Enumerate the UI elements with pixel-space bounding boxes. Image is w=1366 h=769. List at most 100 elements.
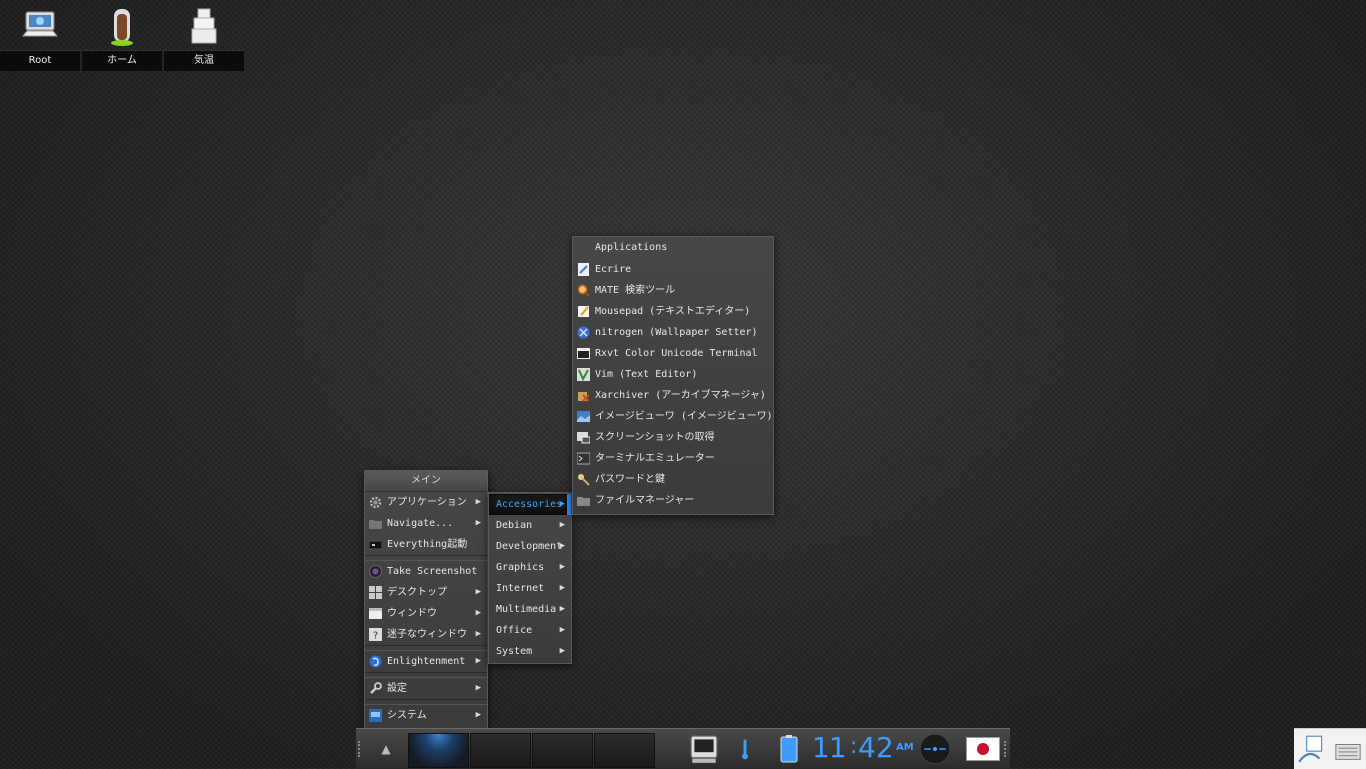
start-button[interactable]: ▲ <box>366 733 406 766</box>
camera-icon <box>369 565 382 578</box>
app-item-label: Mousepad (テキストエディター) <box>595 306 751 317</box>
app-item-mate-search[interactable]: MATE 検索ツール <box>573 280 773 301</box>
applications-title-label: Applications <box>595 242 668 253</box>
menu-item-lost-windows[interactable]: ? 迷子なウィンドウ ▶ <box>365 624 487 645</box>
menu-item-label: Navigate... <box>387 518 454 529</box>
menu-item-window[interactable]: ウィンドウ ▶ <box>365 603 487 624</box>
app-item-mousepad[interactable]: Mousepad (テキストエディター) <box>573 301 773 322</box>
chevron-right-icon: ▶ <box>559 646 565 656</box>
app-item-passwords-keys[interactable]: パスワードと鍵 <box>573 469 773 490</box>
chevron-right-icon: ▶ <box>559 541 565 551</box>
menu-item-take-screenshot[interactable]: Take Screenshot <box>365 561 487 582</box>
app-item-label: Ecrire <box>595 264 632 275</box>
category-label: Graphics <box>496 562 545 573</box>
chevron-right-icon: ▶ <box>475 497 481 507</box>
category-system[interactable]: System ▶ <box>489 641 571 662</box>
chevron-right-icon: ▶ <box>559 583 565 593</box>
clock-ampm: AM <box>896 742 914 753</box>
pager-desk-1[interactable] <box>408 733 469 768</box>
category-debian[interactable]: Debian ▶ <box>489 515 571 536</box>
folder-icon <box>577 497 590 506</box>
folder-icon <box>369 520 382 529</box>
desktop-icon-weather[interactable]: 気温 <box>164 0 244 72</box>
menu-item-label: 迷子なウィンドウ <box>387 629 467 640</box>
desktop-icon-root[interactable]: Root <box>0 0 80 72</box>
category-office[interactable]: Office ▶ <box>489 620 571 641</box>
category-accessories[interactable]: Accessories ▶ <box>489 494 571 515</box>
mixer-icon[interactable] <box>918 733 952 765</box>
shelf-handle[interactable] <box>1004 741 1010 757</box>
system-icon <box>369 709 382 722</box>
input-method-icon[interactable] <box>1296 733 1328 765</box>
chevron-right-icon: ▶ <box>559 604 565 614</box>
svg-text:?: ? <box>373 631 378 642</box>
app-item-file-manager[interactable]: ファイルマネージャー <box>573 490 773 511</box>
app-item-image-viewer[interactable]: イメージビューワ (イメージビューワ) <box>573 406 773 427</box>
menu-item-label: Enlightenment <box>387 656 466 667</box>
window-icon <box>369 608 382 619</box>
app-item-label: Rxvt Color Unicode Terminal <box>595 348 758 359</box>
mousepad-icon <box>578 306 589 317</box>
computer-monitor-icon[interactable] <box>688 733 720 765</box>
menu-item-settings[interactable]: 設定 ▶ <box>365 678 487 699</box>
terminal-icon <box>577 452 590 465</box>
system-tray <box>1294 728 1366 769</box>
menu-item-applications[interactable]: アプリケーション ▶ <box>365 492 487 513</box>
chevron-right-icon: ▶ <box>475 710 481 720</box>
chevron-right-icon: ▶ <box>559 562 565 572</box>
menu-item-navigate[interactable]: Navigate... ▶ <box>365 513 487 534</box>
desktop-icon-label: ホーム <box>82 50 162 71</box>
applications-menu: Applications Ecrire MATE 検索ツール Mousepad … <box>572 236 774 515</box>
app-item-vim[interactable]: Vim (Text Editor) <box>573 364 773 385</box>
chevron-up-icon: ▲ <box>381 742 391 756</box>
clock[interactable]: 11 : 42 AM <box>812 732 914 764</box>
app-item-screenshot[interactable]: スクリーンショットの取得 <box>573 427 773 448</box>
category-label: Debian <box>496 520 533 531</box>
app-item-xarchiver[interactable]: Xarchiver (アーカイブマネージャ) <box>573 385 773 406</box>
clock-minutes: 42 <box>858 731 894 764</box>
applications-menu-title: Applications <box>573 237 773 259</box>
category-development[interactable]: Development ▶ <box>489 536 571 557</box>
pager-desk-4[interactable] <box>594 733 655 768</box>
menu-item-label: Take Screenshot <box>387 566 478 577</box>
chevron-right-icon: ▶ <box>559 520 565 530</box>
desktop-icon-home[interactable]: ホーム <box>82 0 162 72</box>
app-item-label: MATE 検索ツール <box>595 285 676 296</box>
category-internet[interactable]: Internet ▶ <box>489 578 571 599</box>
menu-item-label: ウィンドウ <box>387 608 437 619</box>
app-item-label: Xarchiver (アーカイブマネージャ) <box>595 390 766 401</box>
launcher-icon <box>369 540 382 550</box>
menu-item-system[interactable]: システム ▶ <box>365 705 487 726</box>
weather-icon <box>191 8 217 44</box>
category-label: Internet <box>496 583 545 594</box>
menu-item-everything[interactable]: Everything起動 <box>365 534 487 555</box>
app-item-nitrogen[interactable]: nitrogen (Wallpaper Setter) <box>573 322 773 343</box>
question-icon: ? <box>369 628 382 641</box>
chevron-right-icon: ▶ <box>475 518 481 528</box>
thermometer-icon[interactable] <box>734 733 756 765</box>
menu-item-label: アプリケーション <box>387 497 467 508</box>
japan-flag-icon[interactable] <box>966 737 1000 761</box>
pager-desk-3[interactable] <box>532 733 593 768</box>
battery-icon[interactable] <box>774 733 804 765</box>
menu-item-desktop[interactable]: デスクトップ ▶ <box>365 582 487 603</box>
app-item-label: スクリーンショットの取得 <box>595 432 715 443</box>
keyboard-icon[interactable] <box>1334 737 1362 765</box>
category-label: Office <box>496 625 533 636</box>
chevron-right-icon: ▶ <box>559 499 565 509</box>
app-item-rxvt[interactable]: Rxvt Color Unicode Terminal <box>573 343 773 364</box>
chevron-right-icon: ▶ <box>475 683 481 693</box>
category-multimedia[interactable]: Multimedia ▶ <box>489 599 571 620</box>
shelf-handle[interactable] <box>358 741 364 757</box>
nitrogen-icon <box>577 326 590 339</box>
menu-item-enlightenment[interactable]: Enlightenment ▶ <box>365 651 487 672</box>
main-menu: メイン アプリケーション ▶ Navigate... ▶ Everything起… <box>364 470 488 730</box>
pager-desk-2[interactable] <box>470 733 531 768</box>
enlightenment-icon <box>369 655 382 668</box>
category-graphics[interactable]: Graphics ▶ <box>489 557 571 578</box>
app-item-terminal[interactable]: ターミナルエミュレーター <box>573 448 773 469</box>
text-editor-icon <box>578 263 589 276</box>
menu-item-label: 設定 <box>387 683 407 694</box>
app-item-ecrire[interactable]: Ecrire <box>573 259 773 280</box>
app-item-label: ターミナルエミュレーター <box>595 453 715 464</box>
